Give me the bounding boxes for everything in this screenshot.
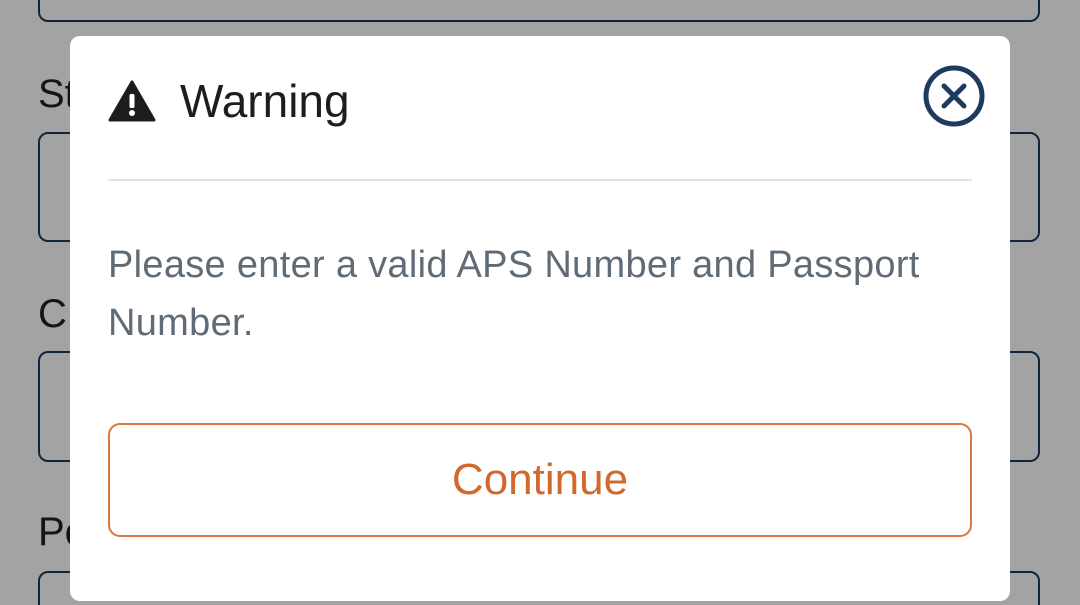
warning-modal: Warning Please enter a valid APS Number … <box>70 36 1010 601</box>
close-circle-icon <box>922 65 986 132</box>
modal-message: Please enter a valid APS Number and Pass… <box>108 244 920 344</box>
header-divider <box>108 179 972 181</box>
continue-button[interactable]: Continue <box>108 423 972 537</box>
close-button[interactable] <box>922 64 986 128</box>
warning-triangle-icon <box>108 80 156 122</box>
modal-title: Warning <box>180 75 350 127</box>
modal-header: Warning <box>108 76 350 126</box>
